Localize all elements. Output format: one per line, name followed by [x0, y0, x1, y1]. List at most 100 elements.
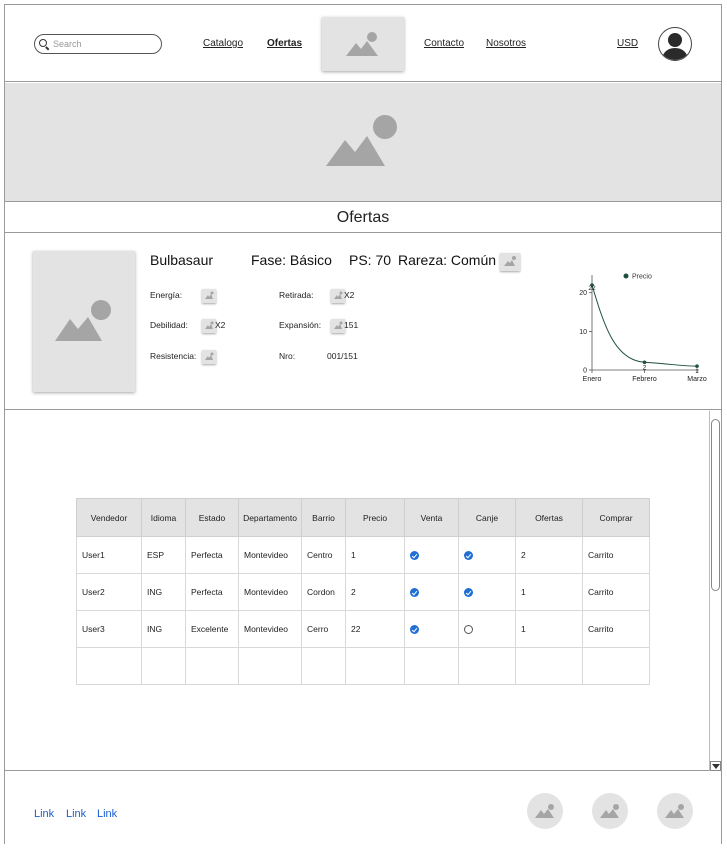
- price-chart: 01020Enero Febrero Marzo2221Precio: [579, 273, 707, 383]
- estado-cell: Excelente: [185, 610, 239, 648]
- legend-label: Precio: [632, 274, 652, 281]
- image-placeholder-icon: [55, 299, 111, 341]
- x-tick-label: Enero: [583, 376, 602, 383]
- table-row: User1 ESP Perfecta Montevideo Centro 1 2 Carrit…: [76, 536, 650, 574]
- scroll-down-arrow-icon[interactable]: [710, 761, 721, 771]
- series-line-precio: [591, 284, 698, 367]
- retreat-type-icon: [331, 289, 345, 303]
- currency-selector[interactable]: USD: [617, 38, 638, 49]
- social-link-2[interactable]: [592, 793, 628, 829]
- idioma-cell: ING: [141, 573, 186, 611]
- expansion-value: 151: [344, 320, 359, 330]
- expansion-set-icon: [331, 319, 345, 333]
- column-header: Vendedor: [76, 498, 142, 537]
- retirada-label: Retirada:: [279, 290, 314, 300]
- column-header: Venta: [404, 498, 459, 537]
- precio-cell: 22: [345, 610, 405, 648]
- x-tick-label: Febrero: [632, 376, 657, 383]
- canje-checkbox[interactable]: [464, 551, 473, 561]
- card-detail: Bulbasaur Fase: Básico PS: 70 Rareza: Co…: [5, 234, 721, 410]
- ofertas-cell: 2: [515, 536, 583, 574]
- vertical-scrollbar[interactable]: [709, 411, 721, 771]
- footer-link-2[interactable]: Link: [66, 808, 86, 820]
- empty-cell: [404, 647, 459, 685]
- departamento-cell: Montevideo: [238, 573, 302, 611]
- departamento-cell: Montevideo: [238, 610, 302, 648]
- header: Catalogo Ofertas Contacto Nosotros USD: [5, 5, 721, 82]
- card-name: Bulbasaur: [150, 252, 214, 268]
- nav-ofertas[interactable]: Ofertas: [267, 38, 302, 49]
- offers-content: Vendedor Idioma Estado Departamento Barrio Pr…: [5, 411, 721, 771]
- empty-cell: [141, 647, 186, 685]
- barrio-cell: Cerro: [301, 610, 346, 648]
- nro-value: 001/151: [327, 351, 358, 361]
- expansion-label: Expansión:: [279, 320, 322, 330]
- ofertas-cell: 1: [515, 610, 583, 648]
- venta-checkbox[interactable]: [410, 625, 419, 635]
- column-header: Ofertas: [515, 498, 583, 537]
- column-header: Comprar: [582, 498, 650, 537]
- departamento-cell: Montevideo: [238, 536, 302, 574]
- precio-cell: 1: [345, 536, 405, 574]
- idioma-cell: ESP: [141, 536, 186, 574]
- table-row: User2 ING Perfecta Montevideo Cordon 2 1 Carrit…: [76, 573, 650, 611]
- ofertas-cell: 1: [515, 573, 583, 611]
- canje-checkbox[interactable]: [464, 588, 473, 598]
- canje-cell: [458, 536, 516, 574]
- footer: Link Link Link: [5, 772, 721, 844]
- vendedor-cell: User3: [76, 610, 142, 648]
- image-placeholder-icon: [326, 115, 397, 166]
- footer-link-1[interactable]: Link: [34, 808, 54, 820]
- canje-cell: [458, 573, 516, 611]
- comprar-cell[interactable]: Carrito: [582, 610, 650, 648]
- footer-link-3[interactable]: Link: [97, 808, 117, 820]
- scrollbar-thumb[interactable]: [711, 419, 720, 591]
- empty-cell: [515, 647, 583, 685]
- empty-cell: [345, 647, 405, 685]
- empty-cell: [301, 647, 346, 685]
- card-ps: PS: 70: [349, 252, 392, 268]
- image-placeholder-icon: [535, 804, 554, 818]
- logo[interactable]: [322, 17, 404, 71]
- y-tick-label: 20: [579, 290, 587, 297]
- comprar-cell[interactable]: Carrito: [582, 573, 650, 611]
- empty-cell: [185, 647, 239, 685]
- column-header: Canje: [458, 498, 516, 537]
- y-tick-label: 0: [583, 368, 587, 375]
- energy-type-icon: [202, 289, 216, 303]
- user-avatar-icon[interactable]: [658, 27, 692, 61]
- retirada-value: X2: [344, 290, 355, 300]
- barrio-cell: Cordon: [301, 573, 346, 611]
- venta-cell: [404, 536, 459, 574]
- search-input[interactable]: [53, 39, 153, 49]
- card-fase: Fase: Básico: [251, 252, 332, 268]
- social-link-1[interactable]: [527, 793, 563, 829]
- nav-nosotros[interactable]: Nosotros: [486, 38, 526, 49]
- venta-checkbox[interactable]: [410, 588, 419, 598]
- vendedor-cell: User1: [76, 536, 142, 574]
- hero-banner: [5, 83, 721, 202]
- data-label: 22: [588, 285, 596, 292]
- column-header: Idioma: [141, 498, 186, 537]
- table-row: User3 ING Excelente Montevideo Cerro 22 1 Carri…: [76, 610, 650, 648]
- card-image: [33, 251, 135, 392]
- debilidad-label: Debilidad:: [150, 320, 188, 330]
- data-label: 1: [695, 368, 699, 375]
- comprar-cell[interactable]: Carrito: [582, 536, 650, 574]
- canje-cell: [458, 610, 516, 648]
- image-placeholder-icon: [600, 804, 619, 818]
- social-link-3[interactable]: [657, 793, 693, 829]
- canje-checkbox[interactable]: [464, 625, 473, 635]
- barrio-cell: Centro: [301, 536, 346, 574]
- debilidad-value: X2: [215, 320, 226, 330]
- search-box[interactable]: [34, 34, 162, 54]
- empty-cell: [582, 647, 650, 685]
- vendedor-cell: User2: [76, 573, 142, 611]
- venta-cell: [404, 610, 459, 648]
- venta-checkbox[interactable]: [410, 551, 419, 561]
- weakness-type-icon: [202, 319, 216, 333]
- nav-contacto[interactable]: Contacto: [424, 38, 464, 49]
- nav-catalogo[interactable]: Catalogo: [203, 38, 243, 49]
- x-tick-label: Marzo: [687, 376, 707, 383]
- table-row-empty: [76, 647, 650, 685]
